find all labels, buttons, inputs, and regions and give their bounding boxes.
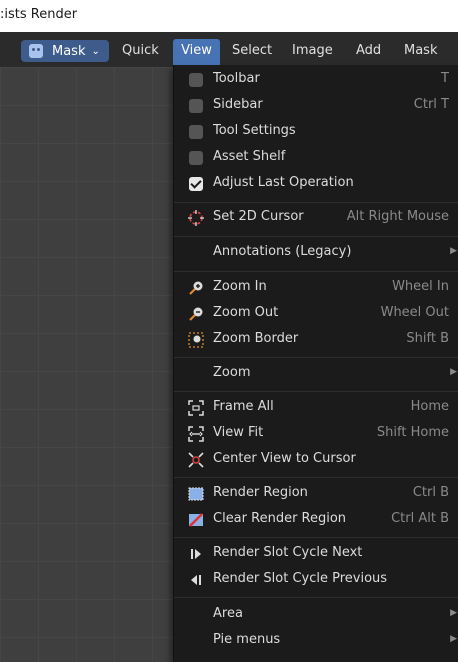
- menu-item-shortcut: Shift Home: [376, 425, 449, 440]
- menu-item-label: Zoom Out: [213, 305, 279, 320]
- menu-add[interactable]: Add: [356, 41, 381, 61]
- menu-item-shortcut: Home: [410, 399, 449, 414]
- menu-item-view-fit[interactable]: View Fit Shift Home: [174, 421, 458, 447]
- menu-item-label: Adjust Last Operation: [213, 175, 354, 190]
- menu-item-shortcut: Ctrl B: [412, 485, 449, 500]
- menu-item-label: Render Region: [213, 485, 308, 500]
- menu-item-shortcut: Ctrl T: [413, 97, 449, 112]
- menu-separator: [174, 357, 458, 358]
- menu-item-shortcut: Alt Right Mouse: [346, 209, 449, 224]
- menu-item-label: View Fit: [213, 425, 264, 440]
- menu-item-zoom-border[interactable]: Zoom Border Shift B: [174, 327, 458, 353]
- menu-item-zoom-out[interactable]: Zoom Out Wheel Out: [174, 301, 458, 327]
- submenu-arrow-icon: ▶: [450, 246, 457, 256]
- zoom-in-icon: [189, 281, 203, 295]
- menu-item-label: Set 2D Cursor: [213, 209, 304, 224]
- previous-slot-icon: [191, 575, 201, 585]
- menu-item-label: Toolbar: [213, 71, 260, 86]
- window-titlebar: :ists Render: [0, 0, 458, 32]
- menu-item-toolbar[interactable]: Toolbar T: [174, 67, 458, 93]
- menu-item-label: Zoom In: [213, 279, 267, 294]
- menu-item-clear-render-region[interactable]: Clear Render Region Ctrl Alt B: [174, 507, 458, 533]
- menu-separator: [174, 537, 458, 538]
- view-menu-dropdown: Toolbar T Sidebar Ctrl T Tool Settings A…: [173, 65, 458, 662]
- toolbar-checkbox[interactable]: [189, 73, 203, 87]
- menu-item-label: Render Slot Cycle Previous: [213, 571, 388, 586]
- menu-item-label: Clear Render Region: [213, 511, 347, 526]
- submenu-arrow-icon: ▶: [450, 367, 457, 377]
- zoom-out-icon: [189, 307, 203, 321]
- sidebar-checkbox[interactable]: [189, 99, 203, 113]
- menu-item-label: Annotations (Legacy): [213, 244, 352, 259]
- menu-item-label: Center View to Cursor: [213, 451, 356, 466]
- menu-select[interactable]: Select: [232, 41, 272, 61]
- menu-separator: [174, 597, 458, 598]
- menu-item-set-2d-cursor[interactable]: Set 2D Cursor Alt Right Mouse: [174, 205, 458, 231]
- menu-item-shortcut: Wheel In: [392, 279, 449, 294]
- frame-all-icon: [188, 400, 204, 416]
- menu-item-label: Pie menus: [213, 632, 281, 647]
- menu-item-zoom-in[interactable]: Zoom In Wheel In: [174, 275, 458, 301]
- adjust-last-operation-checkbox[interactable]: [189, 177, 203, 191]
- menu-item-render-slot-next[interactable]: Render Slot Cycle Next: [174, 541, 458, 567]
- menu-item-asset-shelf[interactable]: Asset Shelf: [174, 145, 458, 171]
- editor-type-button[interactable]: Mask ⌄: [21, 40, 109, 62]
- menu-item-adjust-last-operation[interactable]: Adjust Last Operation: [174, 171, 458, 197]
- submenu-arrow-icon: ▶: [450, 634, 457, 644]
- menu-separator: [174, 271, 458, 272]
- menu-item-pie-menus[interactable]: Pie menus ▶: [174, 628, 458, 654]
- menu-item-label: Asset Shelf: [213, 149, 286, 164]
- cursor-icon: [188, 210, 204, 226]
- menu-item-shortcut: T: [441, 71, 449, 86]
- window-title: :ists Render: [0, 7, 78, 22]
- tool-settings-checkbox[interactable]: [189, 125, 203, 139]
- menu-item-shortcut: Wheel Out: [380, 305, 449, 320]
- mask-editor-icon: [29, 44, 43, 58]
- menu-item-shortcut: Ctrl Alt B: [391, 511, 449, 526]
- menu-item-annotations[interactable]: Annotations (Legacy) ▶: [174, 240, 458, 266]
- chevron-down-icon: ⌄: [91, 45, 100, 57]
- menu-separator: [174, 477, 458, 478]
- menu-item-label: Zoom Border: [213, 331, 299, 346]
- menu-item-zoom-submenu[interactable]: Zoom ▶: [174, 361, 458, 387]
- menu-item-render-region[interactable]: Render Region Ctrl B: [174, 481, 458, 507]
- menu-view[interactable]: View: [173, 39, 220, 65]
- menu-item-label: Render Slot Cycle Next: [213, 545, 363, 560]
- submenu-arrow-icon: ▶: [450, 608, 457, 618]
- menu-item-render-slot-previous[interactable]: Render Slot Cycle Previous: [174, 567, 458, 593]
- menu-item-label: Sidebar: [213, 97, 263, 112]
- next-slot-icon: [191, 549, 201, 559]
- menu-item-shortcut: Shift B: [406, 331, 449, 346]
- menu-separator: [174, 202, 458, 203]
- menu-quick[interactable]: Quick: [122, 41, 159, 61]
- menu-item-label: Area: [213, 606, 243, 621]
- menu-item-label: Tool Settings: [213, 123, 296, 138]
- center-cursor-icon: [188, 452, 204, 468]
- menu-item-center-view-to-cursor[interactable]: Center View to Cursor: [174, 447, 458, 473]
- menu-item-label: Frame All: [213, 399, 274, 414]
- menu-separator: [174, 391, 458, 392]
- view-fit-icon: [188, 426, 204, 442]
- menu-item-tool-settings[interactable]: Tool Settings: [174, 119, 458, 145]
- menu-item-area[interactable]: Area ▶: [174, 602, 458, 628]
- asset-shelf-checkbox[interactable]: [189, 151, 203, 165]
- render-region-icon: [188, 487, 204, 501]
- menu-item-label: Zoom: [213, 365, 251, 380]
- menu-item-sidebar[interactable]: Sidebar Ctrl T: [174, 93, 458, 119]
- editor-type-label: Mask: [52, 43, 86, 59]
- menu-image[interactable]: Image: [292, 41, 333, 61]
- menu-item-frame-all[interactable]: Frame All Home: [174, 395, 458, 421]
- clear-render-region-icon: [189, 513, 203, 527]
- menu-separator: [174, 236, 458, 237]
- menu-mask[interactable]: Mask: [404, 41, 437, 61]
- zoom-border-icon: [188, 332, 204, 348]
